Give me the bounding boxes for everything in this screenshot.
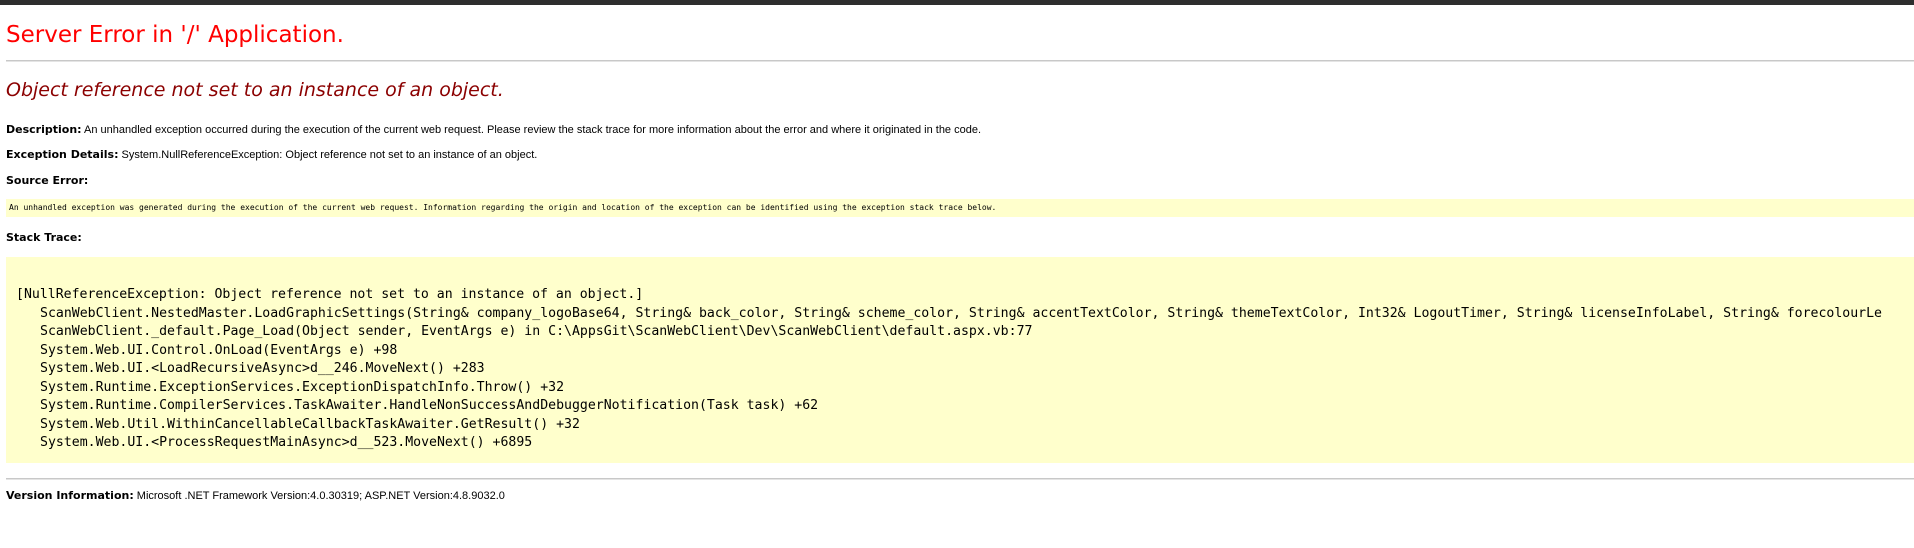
stack-trace-line-item: System.Web.UI.<ProcessRequestMainAsync>d… xyxy=(40,435,533,450)
source-error-line: Source Error: xyxy=(6,174,88,187)
browser-top-bar xyxy=(0,0,1914,5)
version-information-line: Version Information: Microsoft .NET Fram… xyxy=(6,489,505,502)
description-line: Description: An unhandled exception occu… xyxy=(6,123,981,136)
version-divider xyxy=(6,478,1914,480)
error-heading: Object reference not set to an instance … xyxy=(6,79,504,101)
title-divider xyxy=(6,60,1914,62)
stack-trace-line-item: System.Web.Util.WithinCancellableCallbac… xyxy=(40,416,580,432)
stack-trace-line-item: ScanWebClient.NestedMaster.LoadGraphicSe… xyxy=(40,305,1882,321)
source-error-label: Source Error: xyxy=(6,174,89,187)
description-text: An unhandled exception occurred during t… xyxy=(81,124,982,136)
stack-trace-line-item: ScanWebClient._default.Page_Load(Object … xyxy=(40,324,1033,339)
version-information-label: Version Information: xyxy=(6,489,134,502)
page-title: Server Error in '/' Application. xyxy=(6,22,344,48)
exception-details-label: Exception Details: xyxy=(6,148,119,161)
exception-details-text: System.NullReferenceException: Object re… xyxy=(118,149,538,161)
stack-trace-line-item: System.Web.UI.<LoadRecursiveAsync>d__246… xyxy=(40,361,485,376)
stack-trace-line-item: System.Runtime.CompilerServices.TaskAwai… xyxy=(40,398,819,413)
exception-details-line: Exception Details: System.NullReferenceE… xyxy=(6,148,537,161)
stack-trace-line: Stack Trace: xyxy=(6,231,82,244)
stack-trace-label: Stack Trace: xyxy=(6,231,82,244)
version-information-text: Microsoft .NET Framework Version:4.0.303… xyxy=(133,490,505,502)
stack-trace-line-item: [NullReferenceException: Object referenc… xyxy=(16,287,644,302)
stack-trace-line-item: System.Runtime.ExceptionServices.Excepti… xyxy=(40,379,565,395)
stack-trace-line-item: System.Web.UI.Control.OnLoad(EventArgs e… xyxy=(40,342,398,358)
stack-trace-box: [NullReferenceException: Object referenc… xyxy=(6,257,1914,463)
source-error-box: An unhandled exception was generated dur… xyxy=(6,199,1914,217)
description-label: Description: xyxy=(6,123,82,136)
